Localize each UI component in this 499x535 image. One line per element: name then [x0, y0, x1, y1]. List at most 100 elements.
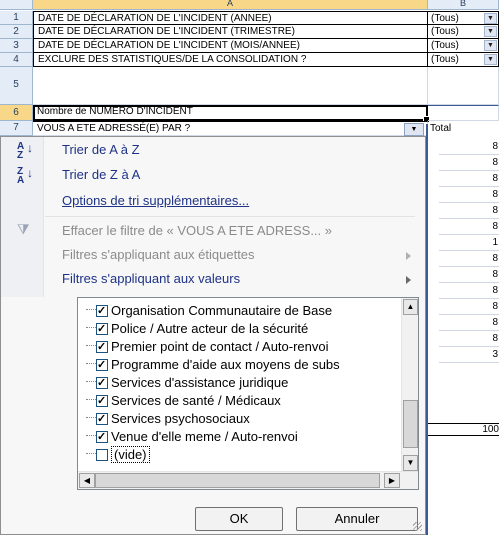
column-header-b[interactable]: B — [428, 0, 499, 9]
pivot-filter-menu: A Z ↓ Trier de A à Z Z A ↓ Trier de Z à A Op… — [0, 136, 426, 535]
checkbox[interactable] — [96, 357, 108, 374]
scroll-thumb[interactable] — [403, 400, 418, 448]
tree-line — [86, 426, 96, 436]
menu-item-label: Effacer le filtre de « VOUS A ETE ADRESS… — [62, 223, 332, 238]
list-item[interactable]: Programme d'aide aux moyens de subs — [86, 354, 340, 374]
cell-a3[interactable]: DATE DE DÉCLARATION DE L'INCIDENT (MOIS/… — [33, 39, 428, 53]
cell-a5[interactable] — [33, 67, 428, 105]
checkbox[interactable] — [96, 321, 108, 338]
checkbox[interactable] — [96, 303, 108, 320]
tree-line — [86, 390, 96, 400]
active-cell-selection — [33, 105, 430, 123]
list-item[interactable]: Services psychosociaux — [86, 408, 250, 428]
total-value[interactable]: 8 — [439, 139, 499, 155]
filter-value-text: (Tous) — [431, 26, 459, 37]
filter-value-mois[interactable]: (Tous) ▼ — [428, 39, 499, 53]
tree-line — [86, 408, 96, 418]
total-value[interactable]: 8 — [439, 299, 499, 315]
total-value[interactable]: 8 — [439, 267, 499, 283]
select-all-corner[interactable] — [0, 0, 33, 9]
scroll-right-icon[interactable]: ▶ — [384, 473, 400, 488]
sort-descending-icon: Z A ↓ — [17, 166, 33, 186]
filter-value-text: (Tous) — [431, 13, 459, 24]
total-value[interactable]: 3 — [439, 347, 499, 363]
row-header-6[interactable]: 6 — [0, 105, 33, 121]
list-item[interactable]: Services d'assistance juridique — [86, 372, 289, 392]
total-value[interactable]: 8 — [439, 187, 499, 203]
filter-value-exclure[interactable]: (Tous) ▼ — [428, 53, 499, 67]
dropdown-arrow-icon[interactable]: ▼ — [484, 40, 497, 51]
cell-b6[interactable] — [428, 105, 499, 121]
total-value[interactable]: 8 — [439, 283, 499, 299]
row-header-4[interactable]: 4 — [0, 53, 33, 67]
tree-line — [86, 444, 96, 454]
scroll-left-icon[interactable]: ◀ — [79, 473, 95, 488]
total-values-list: 8 8 8 8 8 8 1 8 8 8 8 8 8 3 — [428, 139, 499, 369]
row-header-2[interactable]: 2 — [0, 25, 33, 39]
grand-total-value[interactable]: 100 — [428, 423, 499, 436]
resize-grip-icon[interactable] — [413, 522, 422, 531]
list-item[interactable]: Premier point de contact / Auto-renvoi — [86, 336, 329, 356]
list-item[interactable]: (vide) — [86, 444, 150, 463]
list-item-label: (vide) — [111, 446, 150, 463]
menu-separator — [45, 216, 415, 217]
list-item[interactable]: Venue d'elle meme / Auto-renvoi — [86, 426, 298, 446]
list-item-label: Services d'assistance juridique — [111, 375, 289, 390]
filter-value-annee[interactable]: (Tous) ▼ — [428, 11, 499, 25]
total-value[interactable]: 1 — [439, 235, 499, 251]
total-value[interactable]: 8 — [439, 171, 499, 187]
list-item[interactable]: Police / Autre acteur de la sécurité — [86, 318, 309, 338]
row-header-1[interactable]: 1 — [0, 11, 33, 25]
horizontal-scrollbar[interactable]: ◀ ▶ — [78, 471, 418, 489]
total-header: Total — [430, 123, 452, 134]
checkbox[interactable] — [96, 449, 108, 461]
tree-line — [86, 372, 96, 382]
checkbox[interactable] — [96, 339, 108, 356]
scroll-up-icon[interactable]: ▲ — [403, 299, 418, 315]
cell-a1[interactable]: DATE DE DÉCLARATION DE L'INCIDENT (ANNEE… — [33, 11, 428, 25]
scroll-thumb-horizontal[interactable] — [95, 473, 380, 488]
cancel-button[interactable]: Annuler — [296, 507, 418, 531]
cell-a7[interactable]: VOUS A ETE ADRESSÉ(E) PAR ? — [33, 121, 428, 136]
vertical-scrollbar[interactable]: ▲ ▼ — [401, 298, 418, 472]
ok-button[interactable]: OK — [195, 507, 283, 531]
submenu-arrow-icon — [406, 276, 411, 284]
list-item-label: Police / Autre acteur de la sécurité — [111, 321, 309, 336]
total-value[interactable]: 8 — [439, 331, 499, 347]
cell-a2[interactable]: DATE DE DÉCLARATION DE L'INCIDENT (TRIME… — [33, 25, 428, 39]
submenu-arrow-icon — [406, 252, 411, 260]
row-label-filter-button[interactable]: ▼ — [404, 123, 424, 136]
list-item[interactable]: Services de santé / Médicaux — [86, 390, 281, 410]
row-header-5[interactable]: 5 — [0, 67, 33, 105]
column-header-row: A B — [0, 0, 499, 10]
filter-checkbox-list[interactable]: Organisation Communautaire de Base Polic… — [77, 297, 419, 490]
checkbox[interactable] — [96, 375, 108, 392]
checkbox[interactable] — [96, 411, 108, 428]
tree-line — [86, 354, 96, 364]
menu-item-label: Trier de A à Z — [62, 142, 140, 157]
list-item[interactable]: Organisation Communautaire de Base — [86, 300, 332, 320]
checkbox[interactable] — [96, 429, 108, 446]
list-item-label: Premier point de contact / Auto-renvoi — [111, 339, 329, 354]
dropdown-arrow-icon[interactable]: ▼ — [484, 54, 497, 65]
menu-item-more-sort-options[interactable]: Options de tri supplémentaires... — [62, 193, 249, 208]
checkbox[interactable] — [96, 393, 108, 410]
tree-line — [86, 336, 96, 346]
total-value[interactable]: 8 — [439, 155, 499, 171]
total-value[interactable]: 8 — [439, 203, 499, 219]
total-value[interactable]: 8 — [439, 251, 499, 267]
dropdown-arrow-icon[interactable]: ▼ — [484, 26, 497, 37]
total-value[interactable]: 8 — [439, 315, 499, 331]
dropdown-arrow-icon[interactable]: ▼ — [484, 13, 497, 24]
total-value[interactable]: 8 — [439, 219, 499, 235]
filter-value-trimestre[interactable]: (Tous) ▼ — [428, 25, 499, 39]
cell-b5[interactable] — [428, 67, 499, 105]
column-header-a[interactable]: A — [33, 0, 428, 9]
menu-item-value-filters[interactable]: Filtres s'appliquant aux valeurs — [62, 271, 240, 286]
scroll-down-icon[interactable]: ▼ — [403, 455, 418, 471]
row-header-3[interactable]: 3 — [0, 39, 33, 53]
cell-a4[interactable]: EXCLURE DES STATISTIQUES/DE LA CONSOLIDA… — [33, 53, 428, 67]
menu-item-label-filters[interactable]: Filtres s'appliquant aux étiquettes — [62, 247, 255, 262]
row-header-7[interactable]: 7 — [0, 121, 33, 136]
clear-filter-icon: ⧩ — [17, 221, 30, 237]
